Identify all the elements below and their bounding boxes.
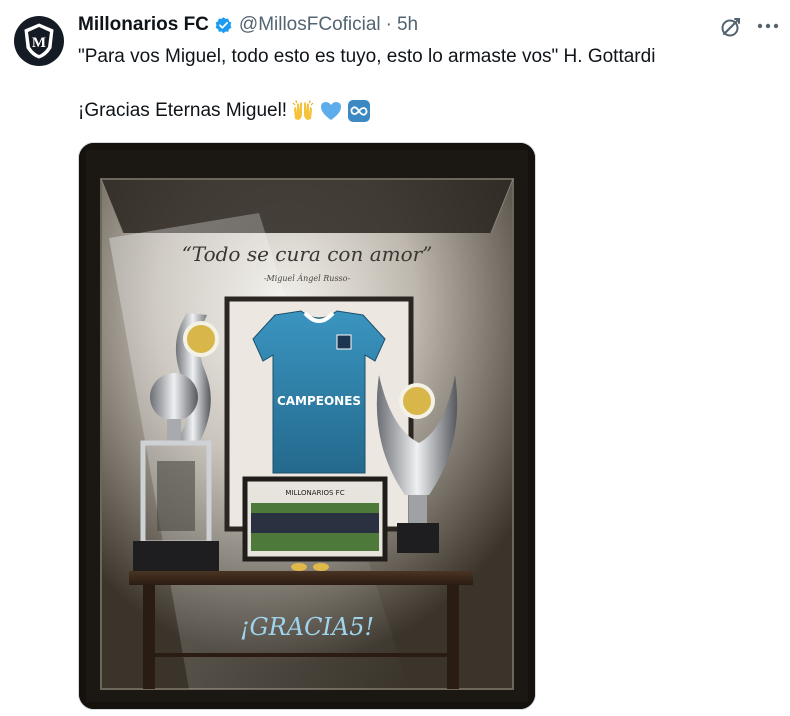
tweet-header: Millonarios FC @MillosFCoficial · 5h <box>78 12 690 38</box>
image-attribution: -Miguel Ángel Russo- <box>264 274 351 283</box>
handle[interactable]: @MillosFCoficial <box>239 14 381 36</box>
jersey-text: CAMPEONES <box>277 394 361 408</box>
avatar[interactable]: M <box>14 16 64 66</box>
verified-badge-icon <box>214 16 233 35</box>
tweet-text-line-2-row: ¡Gracias Eternas Miguel! <box>78 98 371 124</box>
tweet-text-line-1: "Para vos Miguel, todo esto es tuyo, est… <box>78 46 656 67</box>
display-name[interactable]: Millonarios FC <box>78 14 209 36</box>
light-blue-heart-icon <box>319 99 343 123</box>
grok-icon[interactable] <box>718 14 744 40</box>
image-caption: ¡GRACIA5! <box>240 613 374 641</box>
more-icon[interactable] <box>754 12 782 40</box>
tweet-text-line-2: ¡Gracias Eternas Miguel! <box>78 100 288 121</box>
millonarios-crest-icon: M <box>24 23 54 59</box>
raising-hands-icon <box>291 99 315 123</box>
tweet-media-image[interactable]: “Todo se cura con amor” -Miguel Ángel Ru… <box>78 142 536 710</box>
separator-dot: · <box>385 14 392 35</box>
timestamp[interactable]: 5h <box>397 14 418 36</box>
infinity-icon <box>347 99 371 123</box>
svg-text:M: M <box>32 35 46 51</box>
image-quote: “Todo se cura con amor” <box>182 242 433 266</box>
frame-brand: MILLONARIOS FC <box>285 489 344 497</box>
